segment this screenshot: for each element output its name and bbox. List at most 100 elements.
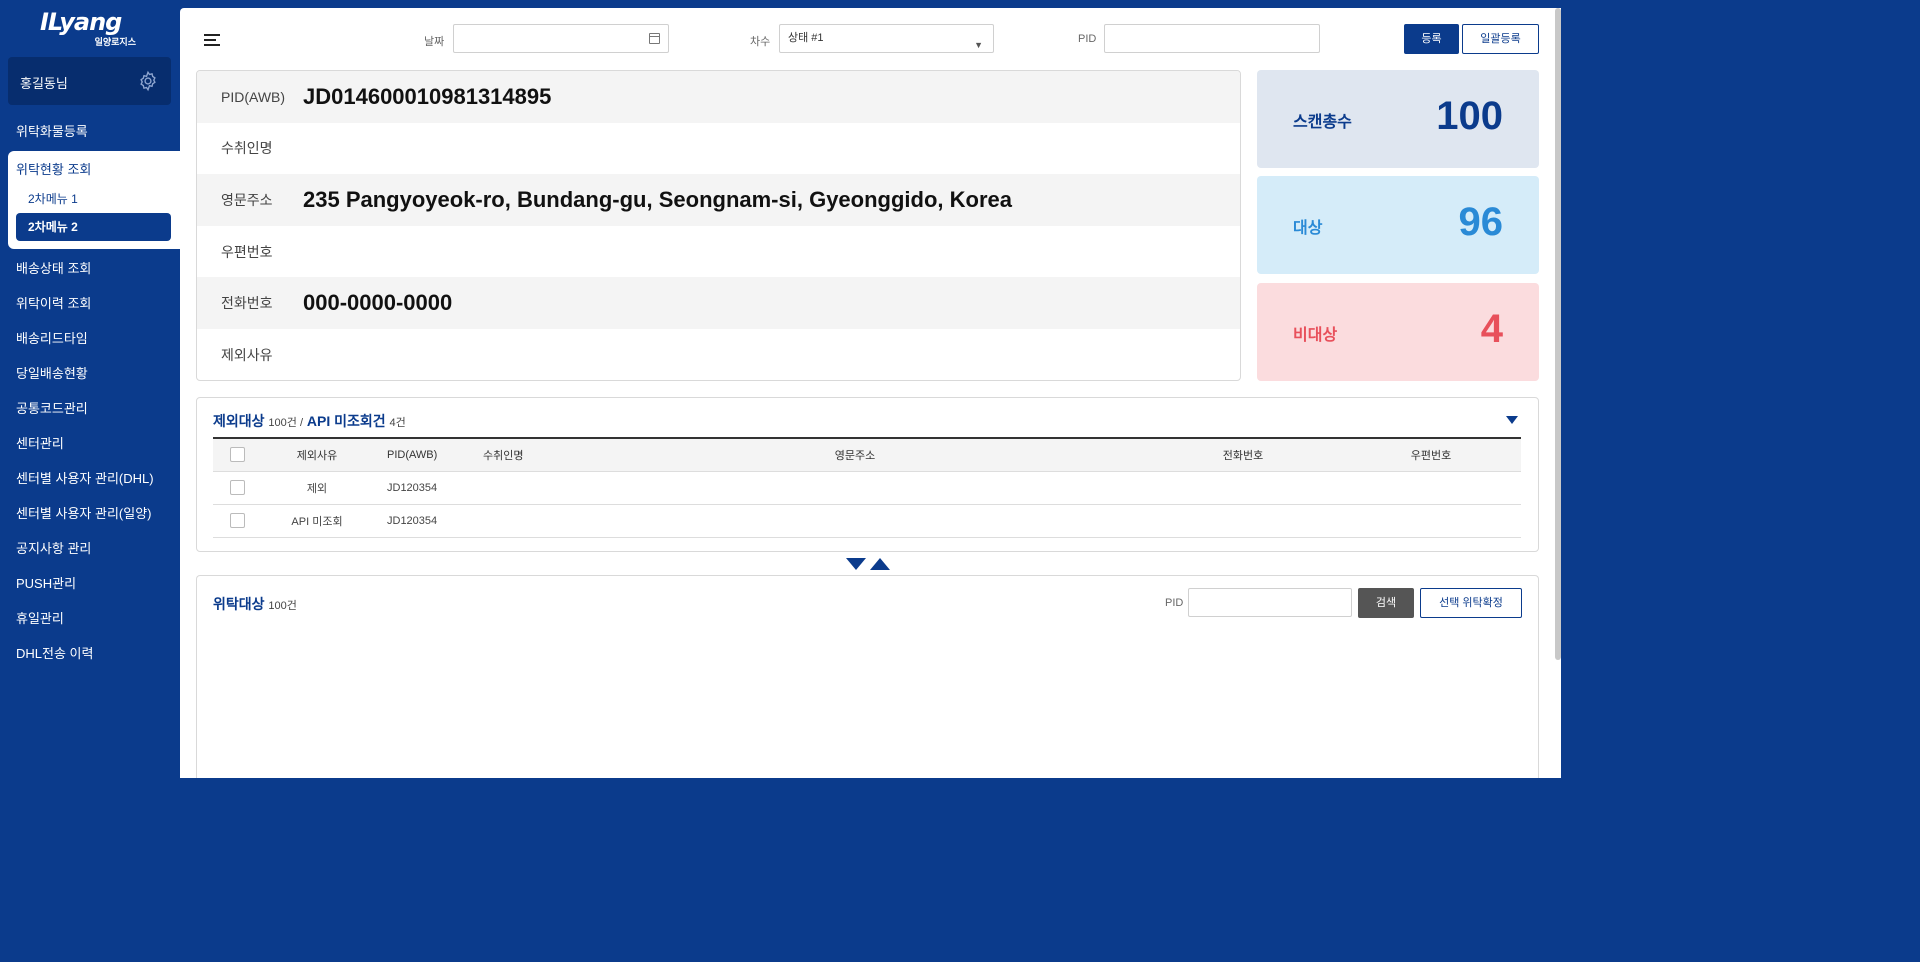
sidebar-item-consign-history[interactable]: 위탁이력 조회: [0, 286, 180, 321]
cell-zip: [1341, 471, 1521, 505]
scan-total-card: 스캔총수 100: [1257, 70, 1539, 168]
sidebar-item-holiday[interactable]: 휴일관리: [0, 601, 180, 636]
pid-awb-label: PID(AWB): [221, 88, 286, 105]
table-row[interactable]: API 미조회 JD120354: [213, 504, 1521, 538]
header-checkbox-cell: [213, 437, 261, 472]
sidebar-item-user-dhl[interactable]: 센터별 사용자 관리(DHL): [0, 461, 180, 496]
consign-pid-input[interactable]: [1188, 588, 1352, 617]
column-header: 수취인명: [469, 437, 565, 472]
scan-total-value: 100: [1436, 94, 1503, 138]
select-all-checkbox[interactable]: [229, 447, 245, 463]
confirm-consign-button[interactable]: 선택 위탁확정: [1420, 588, 1522, 618]
zip-label: 우편번호: [221, 243, 273, 260]
sidebar-item-center[interactable]: 센터관리: [0, 426, 180, 461]
collapse-toggle-icon[interactable]: [1506, 416, 1518, 424]
cell-phone: [1145, 471, 1341, 505]
hamburger-icon[interactable]: [204, 34, 220, 46]
sidebar-item-dhl-history[interactable]: DHL전송 이력: [0, 636, 180, 671]
info-row-pid: PID(AWB) JD014600010981314895: [197, 71, 1240, 123]
date-field[interactable]: [453, 24, 669, 53]
nontarget-label: 비대상: [1293, 327, 1338, 344]
cell-recipient: [469, 471, 565, 505]
cell-pid: JD120354: [373, 471, 469, 505]
arrow-up-icon[interactable]: [870, 558, 890, 570]
reason-label: 제외사유: [221, 346, 273, 363]
sidebar-item-delivery-status[interactable]: 배송상태 조회: [0, 251, 180, 286]
sidebar-menu: 위탁화물등록 위탁현황 조회 2차메뉴 1 2차메뉴 2 배송상태 조회 위탁이…: [0, 114, 180, 671]
info-row-address: 영문주소 235 Pangyoyeok-ro, Bundang-gu, Seon…: [197, 174, 1240, 226]
gear-icon[interactable]: [137, 70, 159, 92]
sidebar-subitem-1[interactable]: 2차메뉴 1: [8, 185, 180, 213]
sidebar: ILyang 일양로지스 홍길동님 위탁화물등록 위탁현황 조회 2차메뉴 1 …: [0, 0, 180, 786]
nontarget-card: 비대상 4: [1257, 283, 1539, 381]
consign-count: 100건: [268, 600, 297, 612]
sidebar-item-sameday[interactable]: 당일배송현황: [0, 356, 180, 391]
round-select-value: 상태 #1: [788, 32, 824, 44]
vertical-scrollbar[interactable]: [1555, 8, 1561, 660]
cell-reason: API 미조회: [261, 504, 373, 538]
table-row[interactable]: 제외 JD120354: [213, 471, 1521, 505]
shipment-info-panel: PID(AWB) JD014600010981314895 수취인명 영문주소 …: [196, 70, 1241, 381]
main-content: 날짜 차수 상태 #1 ▼ PID 등록 일괄등록 PID(AWB) JD014…: [180, 8, 1561, 778]
consign-section: 위탁대상 100건 PID 검색 선택 위탁확정: [196, 575, 1539, 778]
date-label: 날짜: [424, 36, 445, 48]
user-box: 홍길동님: [8, 57, 171, 105]
sidebar-item-lead-time[interactable]: 배송리드타임: [0, 321, 180, 356]
column-header: 우편번호: [1341, 437, 1521, 472]
round-select[interactable]: 상태 #1 ▼: [779, 24, 994, 53]
row-checkbox-cell: [213, 471, 261, 505]
pid-label: PID: [1078, 33, 1097, 45]
column-header: 전화번호: [1145, 437, 1341, 472]
sidebar-item-consign-status[interactable]: 위탁현황 조회: [8, 155, 180, 185]
scan-total-label: 스캔총수: [1293, 114, 1352, 131]
column-header: 제외사유: [261, 437, 373, 472]
cell-address: [565, 471, 1145, 505]
column-header: 영문주소: [565, 437, 1145, 472]
sidebar-item-common-code[interactable]: 공통코드관리: [0, 391, 180, 426]
round-label: 차수: [750, 36, 771, 48]
address-value: 235 Pangyoyeok-ro, Bundang-gu, Seongnam-…: [303, 186, 1012, 212]
sidebar-item-push[interactable]: PUSH관리: [0, 566, 180, 601]
info-row-reason: 제외사유: [197, 329, 1240, 380]
consign-title-row: 위탁대상 100건: [213, 594, 297, 614]
sidebar-group-consign-status: 위탁현황 조회 2차메뉴 1 2차메뉴 2: [8, 151, 180, 249]
brand-logo[interactable]: ILyang 일양로지스: [40, 10, 140, 48]
calendar-icon[interactable]: [649, 33, 660, 44]
row-checkbox-cell: [213, 504, 261, 538]
target-card: 대상 96: [1257, 176, 1539, 274]
arrow-down-icon[interactable]: [846, 558, 866, 570]
column-header: PID(AWB): [373, 437, 469, 472]
brand-logo-text: ILyang: [40, 8, 122, 36]
cell-pid: JD120354: [373, 504, 469, 538]
nontarget-value: 4: [1480, 307, 1503, 351]
sidebar-item-consign-register[interactable]: 위탁화물등록: [0, 114, 180, 149]
exclusion-count: 100건 /: [268, 417, 304, 429]
phone-label: 전화번호: [221, 295, 273, 312]
sidebar-item-user-ilyang[interactable]: 센터별 사용자 관리(일양): [0, 496, 180, 531]
target-value: 96: [1458, 200, 1504, 244]
info-row-recipient: 수취인명: [197, 123, 1240, 175]
search-button[interactable]: 검색: [1358, 588, 1414, 618]
info-row-zip: 우편번호: [197, 226, 1240, 278]
exclusion-title-row: 제외대상 100건 / API 미조회건 4건: [213, 411, 406, 431]
sidebar-item-notice[interactable]: 공지사항 관리: [0, 531, 180, 566]
pid-input[interactable]: [1104, 24, 1320, 53]
brand-subtitle: 일양로지스: [94, 37, 136, 47]
pid-awb-value: JD014600010981314895: [303, 83, 552, 109]
cell-zip: [1341, 504, 1521, 538]
cell-reason: 제외: [261, 471, 373, 505]
bulk-register-button[interactable]: 일괄등록: [1462, 24, 1539, 54]
row-checkbox[interactable]: [229, 513, 245, 528]
cell-recipient: [469, 504, 565, 538]
target-label: 대상: [1293, 220, 1323, 237]
cell-phone: [1145, 504, 1341, 538]
register-button[interactable]: 등록: [1404, 24, 1459, 54]
exclusion-section: 제외대상 100건 / API 미조회건 4건 제외사유 PID(AWB) 수취…: [196, 397, 1539, 552]
user-name: 홍길동님: [20, 76, 68, 91]
sidebar-subitem-2[interactable]: 2차메뉴 2: [16, 213, 171, 241]
row-checkbox[interactable]: [229, 480, 245, 495]
cell-address: [565, 504, 1145, 538]
consign-title: 위탁대상: [213, 596, 265, 612]
exclusion-title: 제외대상: [213, 413, 265, 429]
chevron-down-icon: ▼: [974, 40, 983, 50]
